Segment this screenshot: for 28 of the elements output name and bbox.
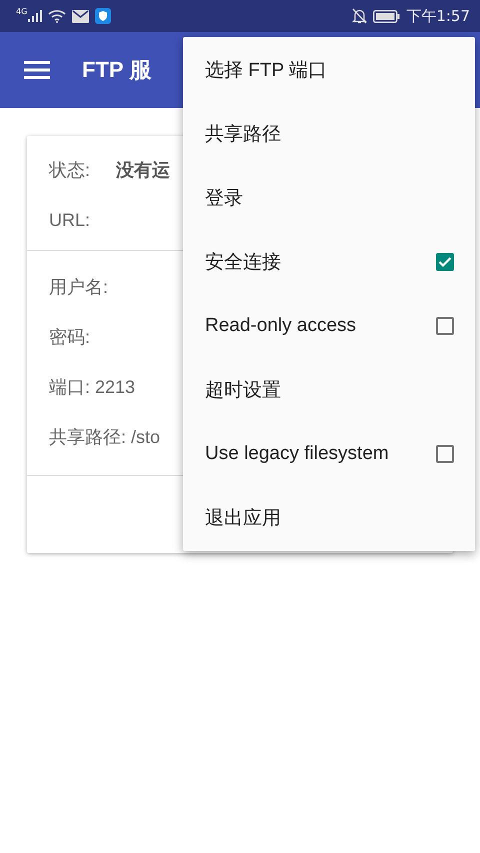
info-field: 端口: 2213 <box>49 375 136 399</box>
menu-item[interactable]: Use legacy filesystem <box>183 422 475 486</box>
network-type: 4G <box>16 7 28 16</box>
status-value: 没有运 <box>116 159 170 182</box>
menu-icon[interactable] <box>24 60 50 80</box>
muted-bell-icon <box>352 8 368 24</box>
status-label: 状态: <box>49 159 90 182</box>
checkbox[interactable] <box>436 445 454 463</box>
menu-item[interactable]: 共享路径 <box>183 102 475 166</box>
shield-app-icon <box>95 8 112 24</box>
app-title: FTP 服 <box>82 56 152 84</box>
info-field: 密码: <box>49 325 90 349</box>
menu-item[interactable]: 安全连接 <box>183 230 475 294</box>
menu-item[interactable]: 登录 <box>183 166 475 230</box>
menu-item[interactable]: 超时设置 <box>183 358 475 422</box>
info-field: 共享路径: /sto <box>49 425 160 449</box>
checkbox[interactable] <box>436 253 454 271</box>
clock-time: 下午1:57 <box>406 6 470 26</box>
mail-icon <box>72 10 90 22</box>
menu-item[interactable]: 退出应用 <box>183 486 475 550</box>
menu-item[interactable]: 选择 FTP 端口 <box>183 38 475 102</box>
wifi-icon <box>48 9 66 23</box>
info-field: 用户名: <box>49 275 108 299</box>
signal-icon <box>28 10 42 22</box>
checkbox[interactable] <box>436 317 454 335</box>
menu-item[interactable]: Read-only access <box>183 294 475 358</box>
url-label: URL: <box>49 209 90 232</box>
battery-icon <box>373 10 400 22</box>
